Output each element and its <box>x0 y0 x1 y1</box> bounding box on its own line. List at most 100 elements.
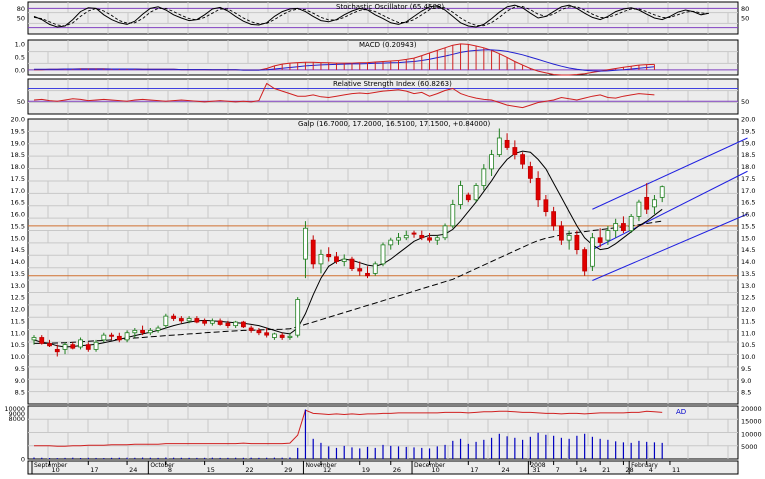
candle <box>365 272 370 277</box>
volume-tick-label-left: 8000 <box>8 415 25 423</box>
price-tick-label-right: 19.0 <box>741 139 755 147</box>
price-tick-label-left: 13.0 <box>11 282 25 290</box>
candle <box>458 185 463 205</box>
month-label: October <box>150 462 175 469</box>
macd-tick-label-left: 1.0 <box>15 40 25 48</box>
x-tick-label: 24 <box>129 466 137 474</box>
candle <box>520 154 525 165</box>
price-tick-label-left: 9.5 <box>15 365 25 373</box>
candle <box>287 335 293 338</box>
candle <box>551 211 557 227</box>
candle <box>202 320 208 324</box>
candle <box>427 237 432 241</box>
price-tick-label-left: 14.5 <box>11 246 25 254</box>
stock-chart: 80 80 50 50 1.0 0.5 0.0 50 50 8.5 8.5 9.0 9.0 9.5 9.5 1… <box>0 0 765 475</box>
macd-tick-label-left: 0.5 <box>15 53 25 61</box>
macd-title: MACD (0.20943) <box>359 41 417 49</box>
price-tick-label-left: 17.0 <box>11 187 25 195</box>
candle <box>473 185 479 201</box>
price-tick-label-left: 14.0 <box>11 258 25 266</box>
volume-tick-label-right: 10000 <box>741 430 762 438</box>
candle <box>310 239 316 265</box>
candle <box>178 318 184 322</box>
candle <box>543 199 549 213</box>
volume-tick-label-right: 15000 <box>741 418 762 426</box>
candle <box>225 322 231 327</box>
price-tick-label-left: 11.5 <box>11 317 25 325</box>
price-tick-label-left: 9.0 <box>15 377 25 385</box>
price-tick-label-left: 10.5 <box>11 341 25 349</box>
stochastic-tick-label-right: 80 <box>741 5 749 13</box>
candle <box>54 348 60 353</box>
candle <box>272 333 277 338</box>
x-tick-label: 17 <box>90 466 98 474</box>
volume-tick-label-left: 0 <box>21 456 25 464</box>
candle <box>155 327 161 331</box>
price-tick-label-left: 15.5 <box>11 222 25 230</box>
candle <box>442 225 448 239</box>
candle <box>349 258 355 270</box>
candle <box>85 344 91 350</box>
price-tick-label-left: 19.5 <box>11 127 25 135</box>
candle <box>334 256 339 262</box>
price-tick-label-right: 20.0 <box>741 116 755 124</box>
candle <box>512 147 518 156</box>
candle <box>62 344 68 350</box>
month-label: February <box>631 462 658 469</box>
x-tick-label: 22 <box>245 466 253 474</box>
candle <box>558 225 564 241</box>
price-tick-label-right: 16.5 <box>741 199 755 207</box>
month-label: September <box>34 462 68 469</box>
x-tick-label: 29 <box>284 466 292 474</box>
price-tick-label-right: 18.5 <box>741 151 755 159</box>
price-tick-label-left: 10.0 <box>11 353 25 361</box>
candle <box>357 268 363 272</box>
stochastic-tick-label-right: 50 <box>741 15 749 23</box>
x-tick-label: 14 <box>579 466 587 474</box>
candle <box>78 339 83 348</box>
price-tick-label-right: 19.5 <box>741 127 755 135</box>
x-tick-label: 24 <box>501 466 509 474</box>
candle <box>109 334 114 337</box>
candle <box>582 249 588 272</box>
candle <box>171 315 177 319</box>
macd-tick-label-left: 0.0 <box>15 66 25 74</box>
price-tick-label-left: 18.5 <box>11 151 25 159</box>
candle <box>318 253 324 265</box>
month-label: November <box>305 462 337 469</box>
x-tick-label: 7 <box>556 466 560 474</box>
candle <box>116 335 122 341</box>
candle <box>303 227 308 260</box>
x-tick-label: 26 <box>393 466 401 474</box>
price-tick-label-right: 15.5 <box>741 222 755 230</box>
price-tick-label-left: 13.5 <box>11 270 25 278</box>
candle <box>566 234 572 241</box>
candle <box>372 263 378 274</box>
candle <box>396 237 401 241</box>
month-label: December <box>414 462 446 469</box>
price-tick-label-left: 17.5 <box>11 175 25 183</box>
price-tick-label-right: 17.5 <box>741 175 755 183</box>
candle <box>240 321 246 328</box>
candle <box>124 332 130 341</box>
price-tick-label-right: 16.0 <box>741 211 755 219</box>
x-tick-label: 17 <box>470 466 478 474</box>
price-tick-label-right: 10.5 <box>741 341 755 349</box>
x-tick-label: 15 <box>207 466 215 474</box>
candle <box>233 321 239 327</box>
candle <box>535 177 541 201</box>
candle <box>295 299 301 336</box>
price-tick-label-right: 10.0 <box>741 353 755 361</box>
candle <box>388 239 394 246</box>
candle <box>628 215 634 232</box>
price-chart-title: Galp (16.7000, 17.2000, 16.5100, 17.1500… <box>298 120 490 128</box>
volume-tick-label-right: 20000 <box>741 405 762 413</box>
candle <box>636 201 642 217</box>
price-tick-label-left: 18.0 <box>11 163 25 171</box>
candle <box>481 168 487 186</box>
candle <box>403 234 409 239</box>
stochastic-tick-label-left: 80 <box>17 5 25 13</box>
volume-tick-label-right: 5000 <box>741 443 758 451</box>
candle <box>621 223 626 232</box>
price-tick-label-right: 15.0 <box>741 234 755 242</box>
